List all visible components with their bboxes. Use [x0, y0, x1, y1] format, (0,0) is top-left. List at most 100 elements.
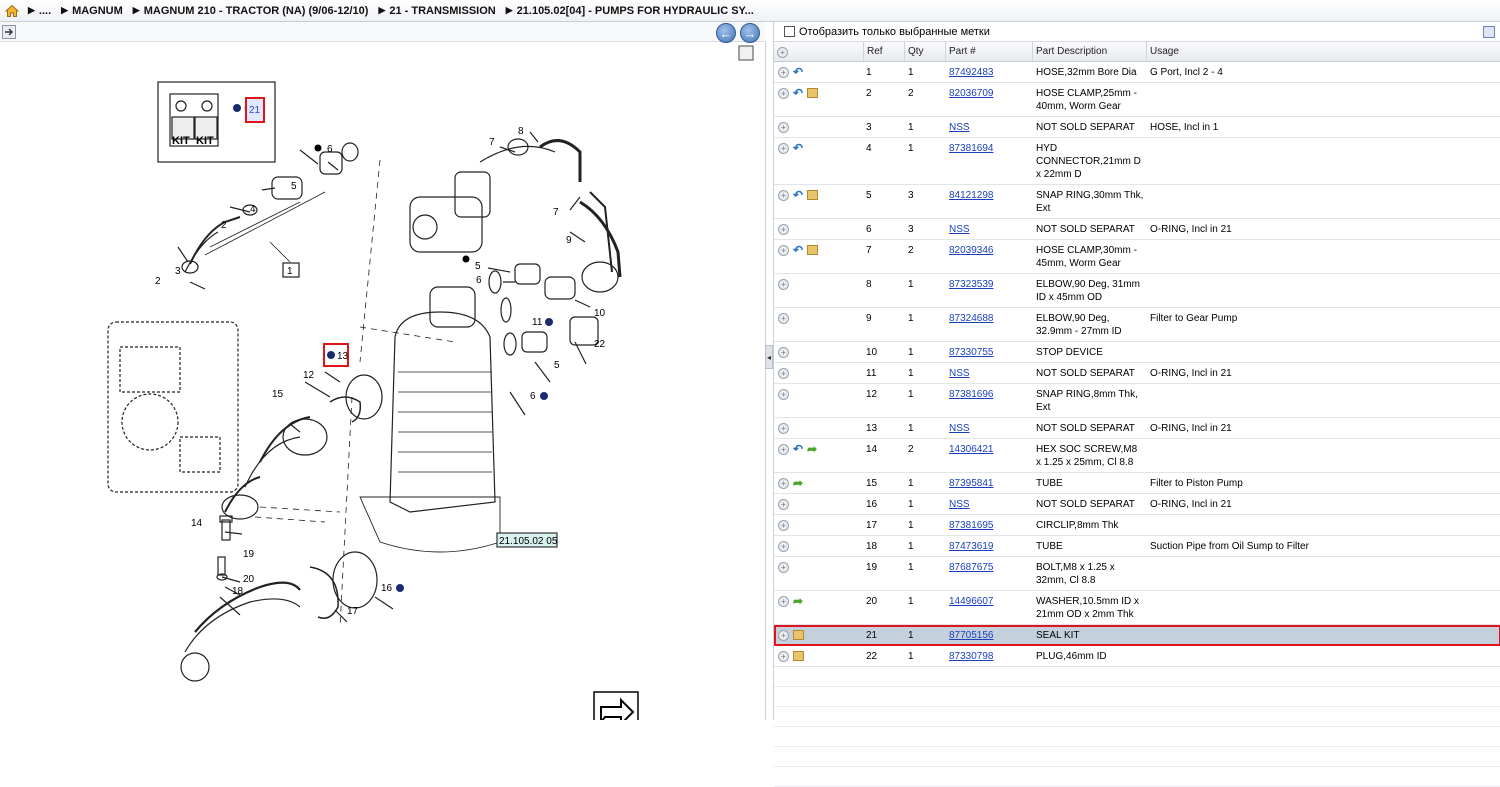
callout[interactable]: 8	[518, 126, 524, 137]
callout[interactable]: 1	[287, 266, 293, 277]
table-row[interactable]: + ↶ 7 2 82039346 HOSE CLAMP,30mm - 45mm, Worm…	[774, 240, 1500, 274]
kit-box-icon[interactable]	[807, 245, 819, 255]
diagram-zoom-icon[interactable]	[738, 45, 754, 61]
part-number-link[interactable]: 84121298	[949, 190, 994, 201]
callout[interactable]: 2	[221, 220, 227, 231]
table-row[interactable]: + ➦ 15 1 87395841 TUBE Filter to Piston Pump	[774, 473, 1500, 494]
table-row[interactable]: +10 1 87330755 STOP DEVICE	[774, 342, 1500, 363]
part-number-link[interactable]: NSS	[949, 423, 970, 434]
breadcrumb-item[interactable]: ▶ MAGNUM 210 - TRACTOR (NA) (9/06-12/10)	[133, 5, 369, 17]
part-number-link[interactable]: 82039346	[949, 245, 994, 256]
prev-page-button[interactable]: ←	[716, 23, 736, 43]
add-to-cart-icon[interactable]: +	[778, 313, 789, 324]
table-row[interactable]: + ↶ 2 2 82036709 HOSE CLAMP,25mm - 40mm, Worm…	[774, 83, 1500, 117]
add-to-cart-icon[interactable]: +	[778, 67, 789, 78]
add-to-cart-icon[interactable]: +	[778, 389, 789, 400]
part-number-link[interactable]: 87492483	[949, 67, 994, 78]
table-row[interactable]: + ↶ 4 1 87381694 HYD CONNECTOR,21mm D x 22mm …	[774, 138, 1500, 185]
add-to-cart-icon[interactable]: +	[778, 541, 789, 552]
part-number-link[interactable]: NSS	[949, 368, 970, 379]
callout[interactable]: 15	[272, 389, 284, 400]
part-number-link[interactable]: 14496607	[949, 596, 994, 607]
add-to-cart-icon[interactable]: +	[778, 423, 789, 434]
add-to-cart-icon[interactable]: +	[778, 630, 789, 641]
table-row[interactable]: +12 1 87381696 SNAP RING,8mm Thk, Ext	[774, 384, 1500, 418]
callout[interactable]: 6	[530, 391, 536, 402]
replacement-icon[interactable]: ↶	[793, 66, 803, 78]
kit-box-icon[interactable]	[793, 651, 804, 661]
kit-box-icon[interactable]	[807, 88, 819, 98]
callout[interactable]: 10	[594, 308, 606, 319]
table-row[interactable]: +13 1 NSS NOT SOLD SEPARAT O-RING, Incl in 2…	[774, 418, 1500, 439]
forward-arrow-icon[interactable]: ➦	[807, 443, 817, 455]
table-row[interactable]: +21 1 87705156 SEAL KIT	[774, 625, 1500, 646]
header-usage[interactable]: Usage	[1147, 42, 1500, 61]
part-number-link[interactable]: 87381695	[949, 520, 994, 531]
add-to-cart-icon[interactable]: +	[778, 368, 789, 379]
replacement-icon[interactable]: ↶	[793, 443, 803, 455]
callout[interactable]: 2	[155, 276, 161, 287]
add-to-cart-icon[interactable]: +	[778, 122, 789, 133]
add-to-cart-icon[interactable]: +	[778, 245, 789, 256]
add-to-cart-icon[interactable]: +	[778, 520, 789, 531]
callout[interactable]: 4	[250, 204, 256, 215]
callout[interactable]: 17	[347, 606, 359, 617]
part-number-link[interactable]: 87381696	[949, 389, 994, 400]
breadcrumb-item[interactable]: ▶ 21 - TRANSMISSION	[378, 5, 495, 17]
exploded-diagram[interactable]: KIT KIT = 21 1 2 2 3 4 5 6 7 8 7 9 5	[0, 42, 765, 735]
callout[interactable]: 5	[554, 360, 560, 371]
next-page-button[interactable]: →	[740, 23, 760, 43]
add-to-cart-icon[interactable]: +	[778, 279, 789, 290]
replacement-icon[interactable]: ↶	[793, 87, 803, 99]
table-row[interactable]: + ↶ 1 1 87492483 HOSE,32mm Bore Dia G Port, In…	[774, 62, 1500, 83]
breadcrumb-item[interactable]: ▶ 21.105.02[04] - PUMPS FOR HYDRAULIC SY.…	[506, 5, 754, 17]
table-row[interactable]: +11 1 NSS NOT SOLD SEPARAT O-RING, Incl in 2…	[774, 363, 1500, 384]
part-number-link[interactable]: 87395841	[949, 478, 994, 489]
add-to-cart-icon[interactable]: +	[778, 88, 789, 99]
part-number-link[interactable]: 87381694	[949, 143, 994, 154]
kit-box-icon[interactable]	[793, 630, 804, 640]
callout[interactable]: 6	[476, 275, 482, 286]
add-to-cart-icon[interactable]: +	[778, 347, 789, 358]
table-row[interactable]: + ➦ 20 1 14496607 WASHER,10.5mm ID x 21mm OD …	[774, 591, 1500, 625]
breadcrumb-item[interactable]: ▶....	[28, 5, 51, 17]
forward-arrow-icon[interactable]: ➦	[793, 477, 803, 489]
part-number-link[interactable]: NSS	[949, 224, 970, 235]
table-row[interactable]: +18 1 87473619 TUBE Suction Pipe from Oil Su…	[774, 536, 1500, 557]
table-row[interactable]: + ↶ 5 3 84121298 SNAP RING,30mm Thk, Ext	[774, 185, 1500, 219]
part-number-link[interactable]: 87330755	[949, 347, 994, 358]
breadcrumb-item[interactable]: ▶ MAGNUM	[61, 5, 123, 17]
add-to-cart-icon[interactable]: +	[778, 190, 789, 201]
table-row[interactable]: +17 1 87381695 CIRCLIP,8mm Thk	[774, 515, 1500, 536]
part-number-link[interactable]: NSS	[949, 499, 970, 510]
columns-config-icon[interactable]	[1483, 26, 1495, 38]
header-qty[interactable]: Qty	[905, 42, 946, 61]
add-to-cart-icon[interactable]: +	[778, 596, 789, 607]
part-number-link[interactable]: 82036709	[949, 88, 994, 99]
kit-ref-link[interactable]: 21	[249, 105, 261, 116]
table-row[interactable]: +9 1 87324688 ELBOW,90 Deg, 32.9mm - 27mm I…	[774, 308, 1500, 342]
callout[interactable]: 18	[232, 586, 244, 597]
part-number-link[interactable]: NSS	[949, 122, 970, 133]
callout[interactable]: 7	[489, 137, 495, 148]
kit-box-icon[interactable]	[807, 190, 819, 200]
table-row[interactable]: +19 1 87687675 BOLT,M8 x 1.25 x 32mm, Cl 8.…	[774, 557, 1500, 591]
callout[interactable]: 12	[303, 370, 315, 381]
add-all-icon[interactable]: +	[777, 46, 788, 58]
callout[interactable]: 5	[291, 181, 297, 192]
forward-arrow-icon[interactable]: ➦	[793, 595, 803, 607]
callout[interactable]: 9	[566, 235, 572, 246]
callout-13[interactable]: 13	[337, 351, 349, 362]
header-part[interactable]: Part #	[946, 42, 1033, 61]
callout[interactable]: 14	[191, 518, 203, 529]
next-diagram-icon[interactable]	[593, 691, 639, 735]
export-icon[interactable]	[2, 25, 16, 39]
part-number-link[interactable]: 87473619	[949, 541, 994, 552]
part-number-link[interactable]: 14306421	[949, 444, 994, 455]
collapse-handle[interactable]: ◂	[765, 345, 773, 369]
add-to-cart-icon[interactable]: +	[778, 562, 789, 573]
header-desc[interactable]: Part Description	[1033, 42, 1147, 61]
part-number-link[interactable]: 87330798	[949, 651, 994, 662]
diagram-ref-label[interactable]: 21.105.02 05	[499, 536, 558, 547]
add-to-cart-icon[interactable]: +	[778, 651, 789, 662]
